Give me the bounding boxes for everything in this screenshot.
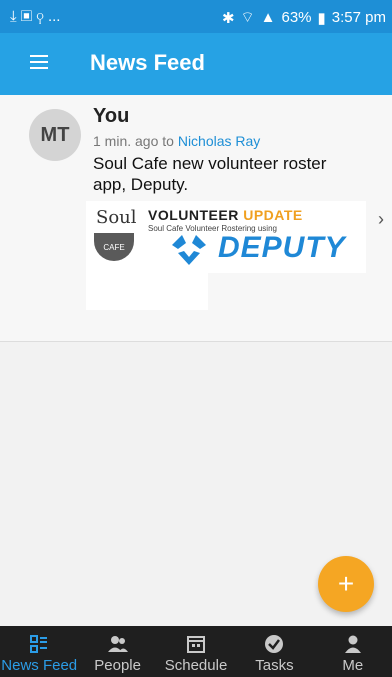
post-attachment-image[interactable]: Soul CAFE VOLUNTEER UPDATE Soul Cafe Vol… — [86, 201, 366, 273]
status-right: ✱ ⌔ ▲ 63% ▮ 3:57 pm — [222, 8, 386, 27]
post-recipient-link[interactable]: Nicholas Ray — [178, 133, 260, 149]
bluetooth-icon: ✱ — [221, 9, 235, 27]
bottom-navigation: News Feed People Schedule Tasks Me — [0, 626, 392, 677]
status-notification-icons: ⤓ ▣ ⚲ ... — [10, 8, 61, 25]
soul-cafe-logo: Soul — [96, 207, 137, 228]
avatar[interactable]: MT — [29, 109, 81, 161]
tab-news-feed-label: News Feed — [1, 657, 78, 674]
battery-level: 63% — [281, 9, 312, 26]
tab-me[interactable]: Me — [314, 626, 392, 677]
tab-tasks[interactable]: Tasks — [235, 626, 313, 677]
calendar-icon — [187, 636, 206, 653]
attachment-heading: VOLUNTEER UPDATE — [148, 207, 303, 223]
tab-news-feed[interactable]: News Feed — [0, 626, 78, 677]
battery-icon: ▮ — [317, 9, 326, 27]
wifi-icon: ⌔ — [240, 9, 255, 26]
chevron-right-icon[interactable]: › — [378, 209, 384, 230]
app-bar: News Feed — [0, 33, 392, 95]
news-feed-icon — [30, 635, 48, 653]
tab-people[interactable]: People — [78, 626, 156, 677]
person-icon — [344, 635, 361, 653]
signal-icon: ▲ — [260, 9, 276, 26]
post-author: You — [93, 105, 130, 127]
status-bar: ⤓ ▣ ⚲ ... ✱ ⌔ ▲ 63% ▮ 3:57 pm — [0, 0, 392, 33]
news-feed-post[interactable]: MT You 1 min. ago to Nicholas Ray Soul C… — [0, 95, 392, 342]
menu-icon[interactable] — [30, 55, 52, 71]
post-meta: 1 min. ago to Nicholas Ray — [93, 133, 260, 149]
post-message: Soul Cafe new volunteer roster app, Depu… — [93, 154, 327, 194]
page-title: News Feed — [90, 50, 205, 75]
soul-cafe-bowl-logo: CAFE — [94, 233, 134, 261]
add-post-button[interactable]: + — [318, 556, 374, 612]
tab-people-label: People — [94, 657, 141, 674]
deputy-logo-text: DEPUTY — [218, 231, 346, 264]
people-icon — [107, 636, 128, 652]
status-left-icons: ⤓ ▣ ⚲ ... — [10, 8, 60, 25]
tab-tasks-label: Tasks — [255, 657, 294, 674]
post-attachment-image-lower — [86, 273, 208, 310]
tab-schedule-label: Schedule — [164, 657, 228, 674]
checkmark-icon — [265, 635, 284, 653]
deputy-logo-icon — [172, 235, 206, 265]
tab-schedule[interactable]: Schedule — [157, 626, 235, 677]
tab-me-label: Me — [342, 657, 364, 674]
status-time: 3:57 pm — [331, 9, 386, 26]
post-time: 1 min. ago to — [93, 133, 174, 149]
